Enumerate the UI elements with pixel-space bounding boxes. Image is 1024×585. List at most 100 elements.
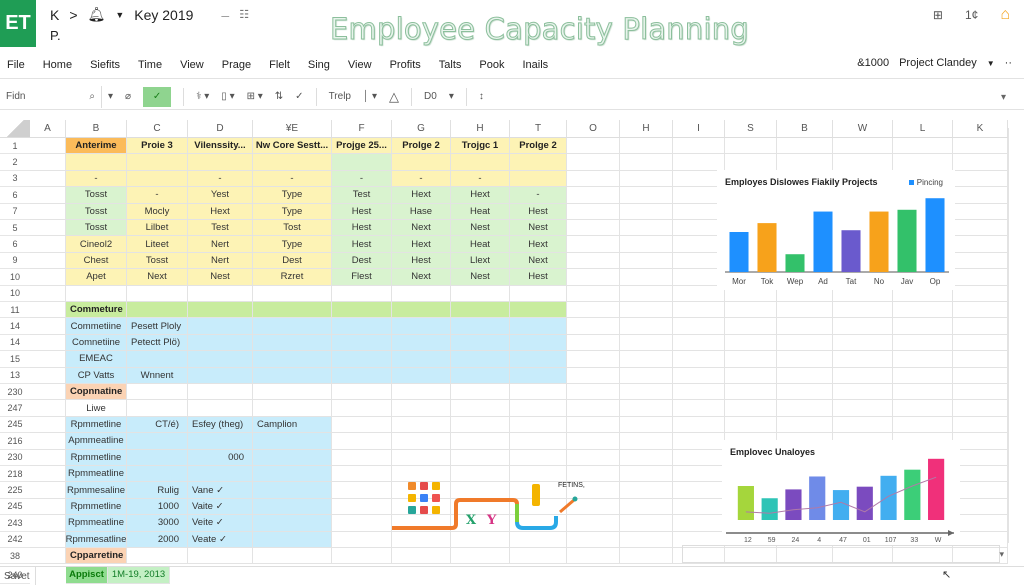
column-header[interactable]: B bbox=[777, 120, 833, 138]
table-cell[interactable] bbox=[620, 252, 673, 270]
table-cell[interactable] bbox=[620, 482, 673, 499]
row-header[interactable]: 14 bbox=[0, 318, 30, 335]
table-cell[interactable]: Test bbox=[332, 187, 392, 204]
table-cell[interactable]: Anterime bbox=[66, 138, 127, 155]
bar[interactable] bbox=[737, 486, 754, 520]
table-cell[interactable] bbox=[332, 302, 392, 319]
table-cell[interactable] bbox=[332, 433, 392, 450]
row-header[interactable]: 14 bbox=[0, 335, 30, 352]
column-header[interactable]: G bbox=[392, 120, 451, 138]
table-cell[interactable] bbox=[392, 416, 451, 434]
menu-inails[interactable]: Inails bbox=[522, 59, 548, 71]
table-cell[interactable]: Vaite ✓ bbox=[188, 498, 253, 516]
table-cell[interactable]: Tost bbox=[253, 220, 332, 237]
table-cell[interactable] bbox=[392, 400, 451, 417]
table-cell[interactable]: Comnetiine bbox=[66, 334, 127, 352]
bar[interactable] bbox=[880, 475, 897, 520]
table-cell[interactable]: Dest bbox=[253, 252, 332, 270]
table-cell[interactable]: Test bbox=[188, 220, 253, 237]
table-cell[interactable]: Hest bbox=[392, 252, 451, 270]
table-cell[interactable] bbox=[953, 269, 1008, 286]
table-cell[interactable] bbox=[673, 302, 725, 319]
table-cell[interactable]: 000 bbox=[188, 449, 253, 466]
row-header[interactable]: 15 bbox=[0, 351, 30, 368]
table-cell[interactable] bbox=[567, 384, 620, 401]
table-cell[interactable]: - bbox=[253, 170, 332, 188]
table-cell[interactable] bbox=[392, 318, 451, 335]
table-cell[interactable] bbox=[567, 400, 620, 417]
table-cell[interactable]: Liteet bbox=[127, 236, 188, 253]
table-cell[interactable] bbox=[30, 285, 66, 302]
table-cell[interactable]: CP Vatts bbox=[66, 367, 127, 384]
table-cell[interactable] bbox=[725, 384, 777, 401]
menu-siefits[interactable]: Siefits bbox=[90, 59, 120, 71]
chart-unaloyes[interactable]: Emplovec Unaloyes 12 59 24 4 47 01 107 33 W bbox=[722, 440, 960, 546]
bell-icon[interactable]: 🔔︎ bbox=[88, 6, 106, 23]
table-cell[interactable] bbox=[953, 236, 1008, 253]
table-cell[interactable] bbox=[253, 351, 332, 368]
table-cell[interactable] bbox=[510, 302, 567, 319]
table-cell[interactable] bbox=[893, 154, 953, 171]
column-header[interactable]: L bbox=[893, 120, 953, 138]
table-cell[interactable]: Hext bbox=[451, 187, 510, 204]
column-header[interactable]: I bbox=[673, 120, 725, 138]
table-cell[interactable] bbox=[725, 416, 777, 434]
table-cell[interactable]: Pesett Ploly bbox=[127, 318, 188, 335]
table-cell[interactable]: Type bbox=[253, 187, 332, 204]
table-cell[interactable]: - bbox=[127, 187, 188, 204]
row-header[interactable]: 242 bbox=[0, 532, 30, 548]
table-cell[interactable]: Apmmeatline bbox=[66, 433, 127, 450]
table-cell[interactable] bbox=[833, 138, 893, 155]
bar[interactable] bbox=[897, 209, 917, 272]
table-cell[interactable] bbox=[127, 285, 188, 302]
table-cell[interactable] bbox=[332, 548, 392, 565]
row-header[interactable]: 9 bbox=[0, 253, 30, 270]
table-cell[interactable] bbox=[620, 187, 673, 204]
table-cell[interactable] bbox=[620, 515, 673, 532]
table-cell[interactable] bbox=[30, 400, 66, 417]
table-cell[interactable]: Prolge 2 bbox=[510, 138, 567, 155]
project-selector[interactable]: Project Clandey bbox=[899, 57, 977, 69]
eraser-icon[interactable]: ⌀ bbox=[119, 91, 137, 102]
table-cell[interactable] bbox=[30, 170, 66, 188]
table-cell[interactable] bbox=[127, 154, 188, 171]
table-cell[interactable] bbox=[777, 367, 833, 384]
table-cell[interactable] bbox=[893, 351, 953, 368]
table-cell[interactable]: Hext bbox=[392, 187, 451, 204]
table-cell[interactable]: Tosst bbox=[66, 203, 127, 220]
check-icon[interactable]: ✓ bbox=[289, 91, 309, 102]
table-cell[interactable] bbox=[673, 482, 725, 499]
table-cell[interactable] bbox=[567, 285, 620, 302]
table-cell[interactable] bbox=[567, 351, 620, 368]
table-cell[interactable] bbox=[833, 351, 893, 368]
table-cell[interactable] bbox=[567, 433, 620, 450]
table-cell[interactable] bbox=[392, 351, 451, 368]
table-cell[interactable]: Rpmmesaline bbox=[66, 482, 127, 499]
table-cell[interactable] bbox=[253, 498, 332, 516]
table-cell[interactable] bbox=[620, 154, 673, 171]
table-cell[interactable] bbox=[953, 466, 1008, 483]
column-header[interactable]: H bbox=[620, 120, 673, 138]
table-cell[interactable] bbox=[953, 433, 1008, 450]
bottom-input[interactable] bbox=[682, 545, 1000, 563]
table-cell[interactable] bbox=[953, 318, 1008, 335]
table-cell[interactable] bbox=[620, 466, 673, 483]
table-cell[interactable] bbox=[620, 334, 673, 352]
row-header[interactable]: 6 bbox=[0, 236, 30, 253]
table-cell[interactable] bbox=[620, 269, 673, 286]
table-cell[interactable] bbox=[451, 154, 510, 171]
table-cell[interactable] bbox=[451, 302, 510, 319]
table-icon[interactable]: ⊞ ▾ bbox=[241, 91, 269, 102]
bar[interactable] bbox=[813, 211, 833, 272]
table-cell[interactable] bbox=[893, 334, 953, 352]
table-cell[interactable] bbox=[673, 318, 725, 335]
table-cell[interactable]: Nest bbox=[510, 220, 567, 237]
table-cell[interactable] bbox=[392, 384, 451, 401]
table-cell[interactable] bbox=[725, 367, 777, 384]
bar[interactable] bbox=[785, 254, 805, 272]
menu-prage[interactable]: Prage bbox=[222, 59, 251, 71]
table-cell[interactable] bbox=[567, 187, 620, 204]
row-header[interactable]: 245 bbox=[0, 417, 30, 434]
menu-file[interactable]: File bbox=[7, 59, 25, 71]
table-cell[interactable]: Next bbox=[510, 252, 567, 270]
